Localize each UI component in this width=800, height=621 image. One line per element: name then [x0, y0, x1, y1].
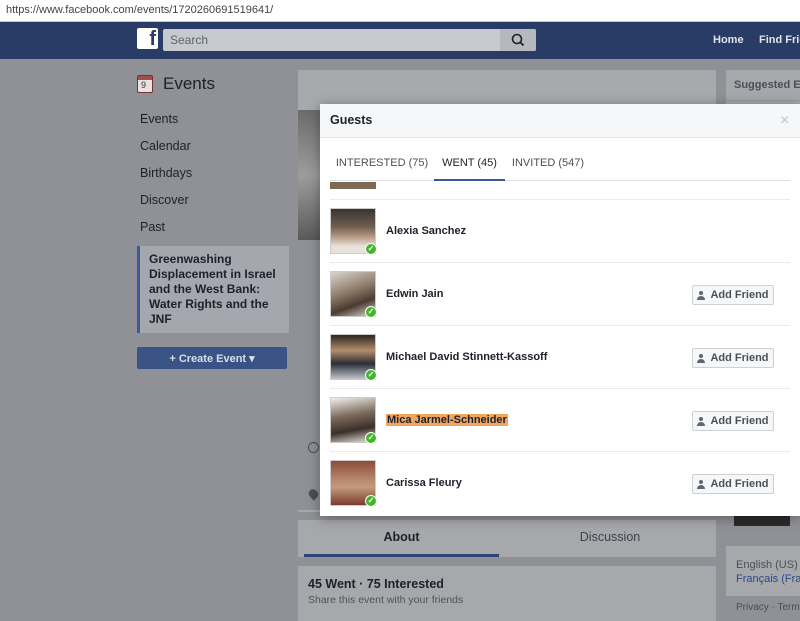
sidebar-nav: Events Calendar Birthdays Discover Past	[137, 106, 289, 241]
add-friend-button[interactable]: Add Friend	[692, 285, 774, 305]
calendar-day: 9	[141, 80, 147, 90]
add-friend-icon	[697, 416, 706, 426]
avatar[interactable]: ✓	[330, 208, 377, 255]
dialog-header: Guests ×	[320, 104, 800, 138]
guest-name[interactable]: Carissa Fleury	[386, 477, 462, 489]
guest-name-highlighted[interactable]: Mica Jarmel-Schneider	[386, 414, 508, 426]
went-check-icon: ✓	[365, 369, 377, 381]
avatar[interactable]: ✓	[330, 460, 377, 507]
logo-letter: f	[149, 28, 156, 50]
guest-name[interactable]: Michael David Stinnett-Kassoff	[386, 351, 547, 363]
events-sidebar: 9 Events Events Calendar Birthdays Disco…	[137, 70, 289, 369]
tab-invited[interactable]: INVITED (547)	[508, 148, 588, 181]
tab-interested[interactable]: INTERESTED (75)	[330, 148, 434, 181]
events-header: 9 Events	[137, 70, 289, 98]
add-friend-label: Add Friend	[710, 478, 769, 490]
went-check-icon: ✓	[365, 243, 377, 255]
went-check-icon: ✓	[365, 306, 377, 318]
suggested-events-header: Suggested Ev	[726, 70, 800, 101]
calendar-icon: 9	[137, 75, 153, 93]
list-item: ✓ Edwin Jain Add Friend	[330, 262, 790, 325]
add-friend-icon	[697, 479, 706, 489]
add-friend-label: Add Friend	[710, 352, 769, 364]
guest-tabs: INTERESTED (75) WENT (45) INVITED (547)	[330, 148, 790, 181]
add-friend-button[interactable]: Add Friend	[692, 348, 774, 368]
event-tabs: About Discussion	[298, 520, 716, 557]
guests-dialog: Guests × INTERESTED (75) WENT (45) INVIT…	[320, 104, 800, 516]
guest-list[interactable]: ✓ Alexia Sanchez ✓ Edwin Jain Add Friend…	[330, 182, 790, 516]
sidebar-item-past[interactable]: Past	[137, 214, 289, 241]
attendance-stats: 45 Went · 75 Interested Share this event…	[298, 566, 716, 621]
add-friend-button[interactable]: Add Friend	[692, 474, 774, 494]
dialog-title: Guests	[330, 113, 373, 127]
page-title: Events	[163, 74, 215, 93]
sidebar-item-discover[interactable]: Discover	[137, 187, 289, 214]
sidebar-item-events[interactable]: Events	[137, 106, 289, 133]
guest-name[interactable]: Alexia Sanchez	[386, 225, 466, 237]
went-check-icon: ✓	[365, 432, 377, 444]
tab-went[interactable]: WENT (45)	[434, 148, 505, 181]
close-icon[interactable]: ×	[780, 112, 789, 130]
add-friend-icon	[697, 290, 706, 300]
top-navigation-bar: f Home Find Frie	[0, 22, 800, 59]
footer-links[interactable]: Privacy · Term	[736, 602, 800, 613]
create-event-button[interactable]: + Create Event ▾	[137, 347, 287, 369]
add-friend-label: Add Friend	[710, 415, 769, 427]
avatar[interactable]: ✓	[330, 334, 377, 381]
nav-home-link[interactable]: Home	[713, 34, 744, 46]
guest-name[interactable]: Edwin Jain	[386, 288, 443, 300]
tab-discussion[interactable]: Discussion	[510, 520, 710, 557]
list-item: ✓ Mica Jarmel-Schneider Add Friend	[330, 388, 790, 451]
list-item: ✓ Carissa Fleury Add Friend	[330, 451, 790, 514]
event-cover-photo	[298, 110, 322, 240]
tab-about[interactable]: About	[304, 520, 499, 557]
nav-find-friends-link[interactable]: Find Frie	[759, 34, 800, 46]
facebook-logo-icon[interactable]: f	[137, 28, 158, 50]
avatar[interactable]: ✓	[330, 397, 377, 444]
search-icon	[511, 33, 525, 47]
language-panel: English (US) Français (Fran	[726, 546, 800, 596]
search-input[interactable]	[163, 29, 498, 51]
avatar[interactable]	[330, 182, 376, 189]
list-item: ✓ Michael David Stinnett-Kassoff Add Fri…	[330, 325, 790, 388]
attendance-count[interactable]: 45 Went · 75 Interested	[308, 577, 706, 591]
avatar[interactable]: ✓	[330, 271, 377, 318]
add-friend-icon	[697, 353, 706, 363]
add-friend-button[interactable]: Add Friend	[692, 411, 774, 431]
language-current: English (US)	[736, 559, 798, 571]
sidebar-item-calendar[interactable]: Calendar	[137, 133, 289, 160]
share-prompt: Share this event with your friends	[308, 594, 464, 606]
address-bar[interactable]: https://www.facebook.com/events/17202606…	[0, 0, 800, 22]
sidebar-item-birthdays[interactable]: Birthdays	[137, 160, 289, 187]
sidebar-current-event[interactable]: Greenwashing Displacement in Israel and …	[137, 246, 289, 333]
clock-icon	[308, 442, 319, 453]
went-check-icon: ✓	[365, 495, 377, 507]
add-friend-label: Add Friend	[710, 289, 769, 301]
search-box	[163, 29, 536, 51]
language-french-link[interactable]: Français (Fran	[736, 572, 800, 586]
list-item: ✓ Alexia Sanchez	[330, 199, 790, 262]
search-button[interactable]	[500, 29, 536, 51]
